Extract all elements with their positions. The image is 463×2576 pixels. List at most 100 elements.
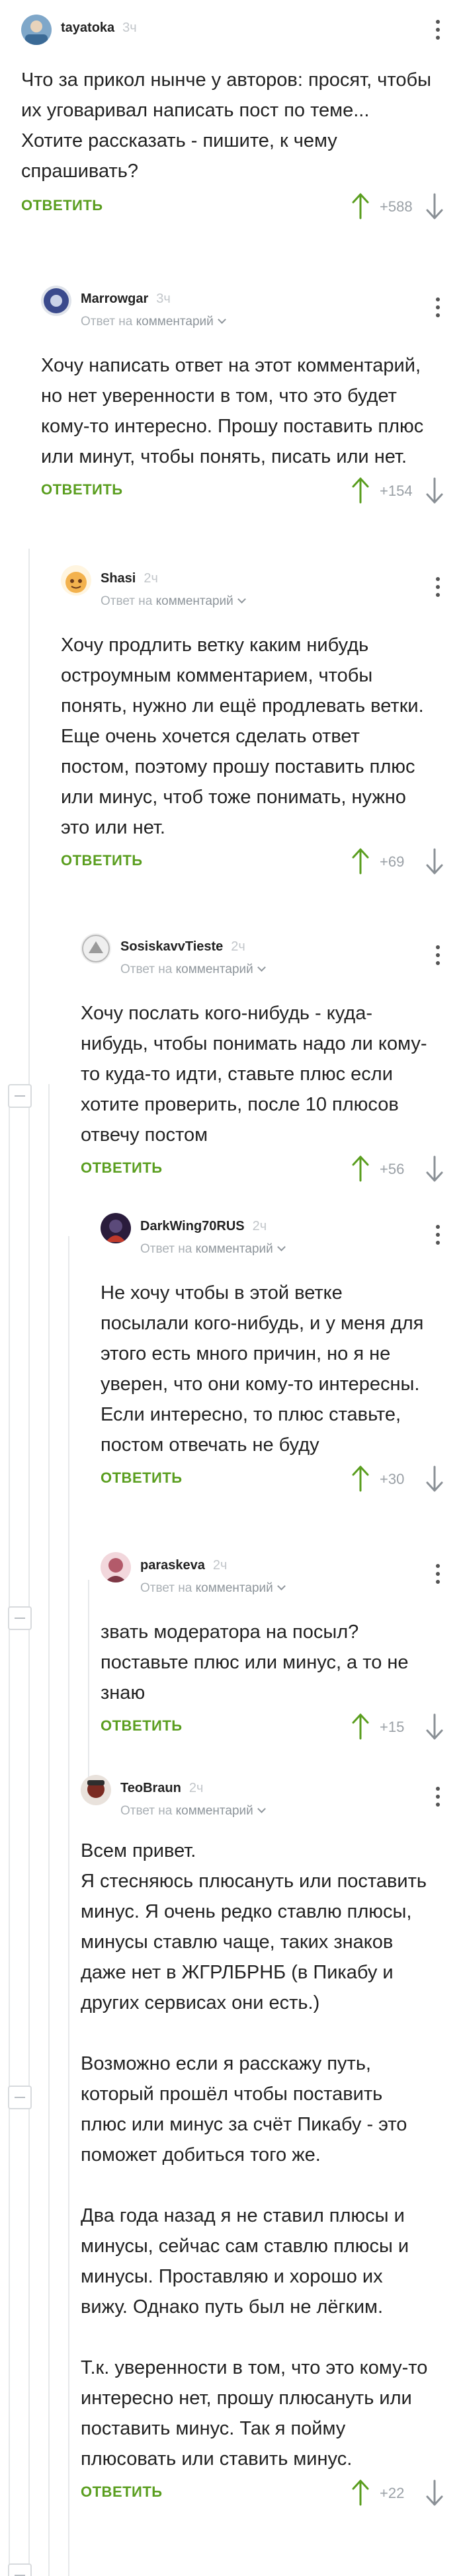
vote-score: +30 bbox=[380, 1471, 405, 1487]
vote-score: +154 bbox=[380, 483, 413, 499]
collapse-thread-button[interactable] bbox=[8, 1606, 32, 1630]
arrow-up-icon[interactable] bbox=[352, 1155, 369, 1182]
comment: Shasi 2ч Ответ на комментарий Хочу продли… bbox=[61, 565, 444, 878]
comment-text: звать модератора на посыл? поставьте плю… bbox=[101, 1621, 414, 1703]
collapse-thread-button[interactable] bbox=[8, 2563, 32, 2576]
reply-to-link[interactable]: Ответ на комментарий bbox=[101, 594, 246, 609]
avatar[interactable] bbox=[61, 565, 91, 596]
vote-score: +69 bbox=[380, 853, 405, 870]
reply-to-link[interactable]: Ответ на комментарий bbox=[140, 1242, 286, 1257]
arrow-up-icon[interactable] bbox=[352, 848, 369, 875]
comment: DarkWing70RUS 2ч Ответ на комментарий Не … bbox=[101, 1213, 444, 1496]
thread-line bbox=[28, 549, 30, 2576]
comment-text: Что за прикол нынче у авторов: просят, ч… bbox=[21, 69, 431, 182]
comment: tayatoka 3ч Что за прикол нынче у авторов… bbox=[21, 15, 444, 223]
vote-score: +588 bbox=[380, 198, 413, 215]
author-name[interactable]: DarkWing70RUS 2ч bbox=[140, 1219, 267, 1234]
author-name[interactable]: TeoBraun 2ч bbox=[120, 1781, 203, 1796]
thread-line bbox=[9, 1085, 10, 2576]
author-name[interactable]: paraskeva 2ч bbox=[140, 1558, 227, 1573]
reply-button[interactable]: ОТВЕТИТЬ bbox=[101, 1717, 183, 1735]
arrow-up-icon[interactable] bbox=[352, 477, 369, 504]
chevron-down-icon bbox=[257, 1805, 266, 1813]
comment-footer: ОТВЕТИТЬ +22 bbox=[81, 2478, 444, 2510]
author-name[interactable]: Shasi 2ч bbox=[101, 571, 158, 586]
comment-footer: ОТВЕТИТЬ +588 bbox=[21, 192, 444, 223]
chevron-down-icon bbox=[257, 963, 266, 972]
more-vertical-icon[interactable] bbox=[430, 1787, 446, 1813]
comment-text: Хочу продлить ветку каким нибудь остроум… bbox=[61, 635, 424, 838]
collapse-thread-button[interactable] bbox=[8, 1084, 32, 1108]
thread-line bbox=[88, 1580, 89, 1778]
reply-button[interactable]: ОТВЕТИТЬ bbox=[81, 2483, 163, 2501]
avatar[interactable] bbox=[101, 1552, 131, 1582]
comment-header: TeoBraun 2ч Ответ на комментарий bbox=[81, 1775, 446, 1818]
comment-text: Хочу написать ответ на этот комментарий,… bbox=[41, 355, 429, 467]
arrow-down-icon[interactable] bbox=[426, 1465, 443, 1492]
comment-text: Хочу послать кого-нибудь - куда-нибудь, … bbox=[81, 1003, 427, 1146]
more-vertical-icon[interactable] bbox=[430, 1225, 446, 1251]
avatar[interactable] bbox=[101, 1213, 131, 1243]
avatar[interactable] bbox=[81, 1775, 111, 1805]
comment-footer: ОТВЕТИТЬ +69 bbox=[61, 847, 444, 878]
arrow-down-icon[interactable] bbox=[426, 1713, 443, 1740]
arrow-down-icon[interactable] bbox=[426, 2479, 443, 2506]
thread-line bbox=[68, 1236, 69, 2576]
arrow-down-icon[interactable] bbox=[426, 477, 443, 504]
author-name[interactable]: tayatoka 3ч bbox=[61, 20, 137, 36]
chevron-down-icon bbox=[276, 1582, 286, 1590]
comment-footer: ОТВЕТИТЬ +154 bbox=[41, 476, 444, 508]
reply-button[interactable]: ОТВЕТИТЬ bbox=[101, 1469, 183, 1487]
vote-score: +15 bbox=[380, 1719, 405, 1735]
comment-footer: ОТВЕТИТЬ +30 bbox=[101, 1464, 444, 1496]
comment-text: Всем привет. Я стесняюсь плюсануть или п… bbox=[81, 1840, 428, 2470]
more-vertical-icon[interactable] bbox=[430, 1564, 446, 1590]
comment-time: 3ч bbox=[122, 20, 137, 35]
comment-time: 2ч bbox=[212, 1558, 228, 1573]
more-vertical-icon[interactable] bbox=[430, 20, 446, 46]
comment: Marrowgar 3ч Ответ на комментарий Хочу на… bbox=[41, 286, 444, 508]
comment: SosiskavvTieste 2ч Ответ на комментарий Х… bbox=[81, 933, 444, 1186]
reply-button[interactable]: ОТВЕТИТЬ bbox=[41, 481, 123, 498]
comment: paraskeva 2ч Ответ на комментарий звать м… bbox=[101, 1552, 444, 1744]
reply-to-link[interactable]: Ответ на комментарий bbox=[140, 1581, 286, 1596]
arrow-down-icon[interactable] bbox=[426, 1155, 443, 1182]
arrow-up-icon[interactable] bbox=[352, 1713, 369, 1740]
comment-header: SosiskavvTieste 2ч Ответ на комментарий bbox=[81, 933, 446, 977]
author-name[interactable]: Marrowgar 3ч bbox=[81, 292, 171, 307]
comment-time: 2ч bbox=[144, 571, 158, 586]
arrow-down-icon[interactable] bbox=[426, 193, 443, 219]
reply-to-link[interactable]: Ответ на комментарий bbox=[120, 962, 266, 977]
arrow-up-icon[interactable] bbox=[352, 1465, 369, 1492]
vote-score: +56 bbox=[380, 1161, 405, 1177]
arrow-up-icon[interactable] bbox=[352, 193, 369, 219]
comment-footer: ОТВЕТИТЬ +15 bbox=[101, 1712, 444, 1744]
thread-line bbox=[48, 1084, 50, 2576]
reply-to-link[interactable]: Ответ на комментарий bbox=[81, 315, 226, 329]
comment-header: Marrowgar 3ч Ответ на комментарий bbox=[41, 286, 446, 329]
more-vertical-icon[interactable] bbox=[430, 297, 446, 324]
avatar[interactable] bbox=[21, 15, 52, 45]
comment-time: 3ч bbox=[156, 292, 171, 306]
comment-time: 2ч bbox=[231, 939, 245, 954]
reply-button[interactable]: ОТВЕТИТЬ bbox=[21, 197, 103, 214]
avatar[interactable] bbox=[41, 286, 71, 316]
reply-button[interactable]: ОТВЕТИТЬ bbox=[61, 852, 143, 869]
reply-button[interactable]: ОТВЕТИТЬ bbox=[81, 1159, 163, 1177]
chevron-down-icon bbox=[217, 315, 226, 324]
comment-text: Не хочу чтобы в этой ветке посылали кого… bbox=[101, 1282, 429, 1456]
comment-header: Shasi 2ч Ответ на комментарий bbox=[61, 565, 446, 609]
arrow-down-icon[interactable] bbox=[426, 848, 443, 875]
avatar[interactable] bbox=[81, 933, 111, 964]
comment: TeoBraun 2ч Ответ на комментарий Всем при… bbox=[81, 1775, 444, 2510]
comment-header: paraskeva 2ч Ответ на комментарий bbox=[101, 1552, 446, 1596]
chevron-down-icon bbox=[237, 595, 246, 604]
author-name[interactable]: SosiskavvTieste 2ч bbox=[120, 939, 245, 955]
arrow-up-icon[interactable] bbox=[352, 2479, 369, 2506]
comment-header: DarkWing70RUS 2ч Ответ на комментарий bbox=[101, 1213, 446, 1257]
collapse-thread-button[interactable] bbox=[8, 2086, 32, 2109]
reply-to-link[interactable]: Ответ на комментарий bbox=[120, 1804, 266, 1818]
comment-footer: ОТВЕТИТЬ +56 bbox=[81, 1154, 444, 1186]
more-vertical-icon[interactable] bbox=[430, 945, 446, 972]
more-vertical-icon[interactable] bbox=[430, 577, 446, 604]
